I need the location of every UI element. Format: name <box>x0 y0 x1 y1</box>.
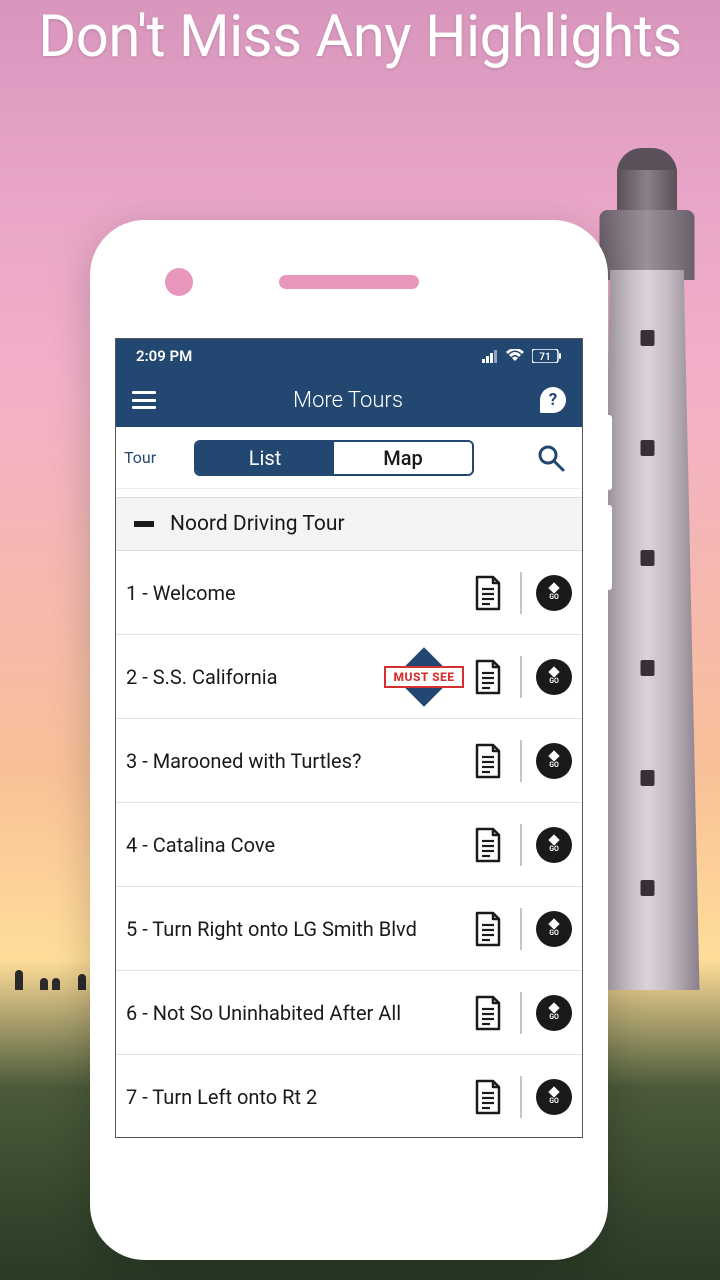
tab-map[interactable]: Map <box>334 442 472 474</box>
filter-bar: Tour List Map <box>116 427 582 489</box>
stop-title: 4 - Catalina Cove <box>126 832 466 858</box>
must-see-badge: MUST SEE <box>384 650 464 704</box>
view-segmented-control: List Map <box>194 440 474 476</box>
menu-icon[interactable] <box>132 391 156 409</box>
go-button[interactable]: GO <box>536 911 572 947</box>
divider <box>520 908 522 950</box>
go-button[interactable]: GO <box>536 659 572 695</box>
collapse-icon <box>134 521 154 527</box>
stop-title: 3 - Marooned with Turtles? <box>126 748 466 774</box>
go-button[interactable]: GO <box>536 743 572 779</box>
divider <box>520 1076 522 1118</box>
tour-section-header[interactable]: Noord Driving Tour <box>116 497 582 551</box>
divider <box>520 824 522 866</box>
tour-stop-row[interactable]: 1 - Welcome GO <box>116 551 582 635</box>
wifi-icon <box>506 349 524 363</box>
document-icon[interactable] <box>470 741 506 781</box>
phone-side-button <box>604 415 612 490</box>
tour-stop-row[interactable]: 3 - Marooned with Turtles? GO <box>116 719 582 803</box>
go-button[interactable]: GO <box>536 1079 572 1115</box>
phone-frame: 2:09 PM 71 <box>90 220 608 1260</box>
tour-stop-row[interactable]: 5 - Turn Right onto LG Smith Blvd GO <box>116 887 582 971</box>
divider <box>520 572 522 614</box>
divider <box>520 992 522 1034</box>
marketing-headline: Don't Miss Any Highlights <box>0 4 720 71</box>
stop-title: 6 - Not So Uninhabited After All <box>126 1000 466 1026</box>
battery-icon: 71 <box>532 349 562 363</box>
divider <box>520 656 522 698</box>
status-bar: 2:09 PM 71 <box>116 339 582 373</box>
section-title: Noord Driving Tour <box>170 512 345 536</box>
go-button[interactable]: GO <box>536 575 572 611</box>
document-icon[interactable] <box>470 993 506 1033</box>
phone-camera <box>165 268 193 296</box>
tour-stop-row[interactable]: 7 - Turn Left onto Rt 2 GO <box>116 1055 582 1138</box>
stop-title: 1 - Welcome <box>126 580 466 606</box>
tour-stop-row[interactable]: 2 - S.S. CaliforniaMUST SEE GO <box>116 635 582 719</box>
document-icon[interactable] <box>470 909 506 949</box>
stop-title: 7 - Turn Left onto Rt 2 <box>126 1084 466 1110</box>
document-icon[interactable] <box>470 825 506 865</box>
phone-side-button <box>604 505 612 590</box>
tour-label[interactable]: Tour <box>124 448 186 467</box>
tour-stop-row[interactable]: 4 - Catalina Cove GO <box>116 803 582 887</box>
help-button[interactable]: ? <box>540 387 566 413</box>
phone-screen: 2:09 PM 71 <box>115 338 583 1138</box>
go-button[interactable]: GO <box>536 995 572 1031</box>
signal-icon <box>482 349 498 363</box>
document-icon[interactable] <box>470 1077 506 1117</box>
document-icon[interactable] <box>470 657 506 697</box>
svg-text:71: 71 <box>539 352 550 363</box>
silhouette-people <box>10 960 100 990</box>
tour-stop-list: 1 - WelcomeGO2 - S.S. CaliforniaMUST SEE… <box>116 551 582 1138</box>
divider <box>520 740 522 782</box>
stop-title: 2 - S.S. California <box>126 664 380 690</box>
app-title: More Tours <box>170 388 526 413</box>
tour-stop-row[interactable]: 6 - Not So Uninhabited After All GO <box>116 971 582 1055</box>
stop-title: 5 - Turn Right onto LG Smith Blvd <box>126 916 466 942</box>
app-bar: More Tours ? <box>116 373 582 427</box>
tab-list[interactable]: List <box>196 442 334 474</box>
status-time: 2:09 PM <box>136 347 192 365</box>
search-icon[interactable] <box>536 443 566 473</box>
document-icon[interactable] <box>470 573 506 613</box>
phone-speaker <box>279 275 419 289</box>
go-button[interactable]: GO <box>536 827 572 863</box>
